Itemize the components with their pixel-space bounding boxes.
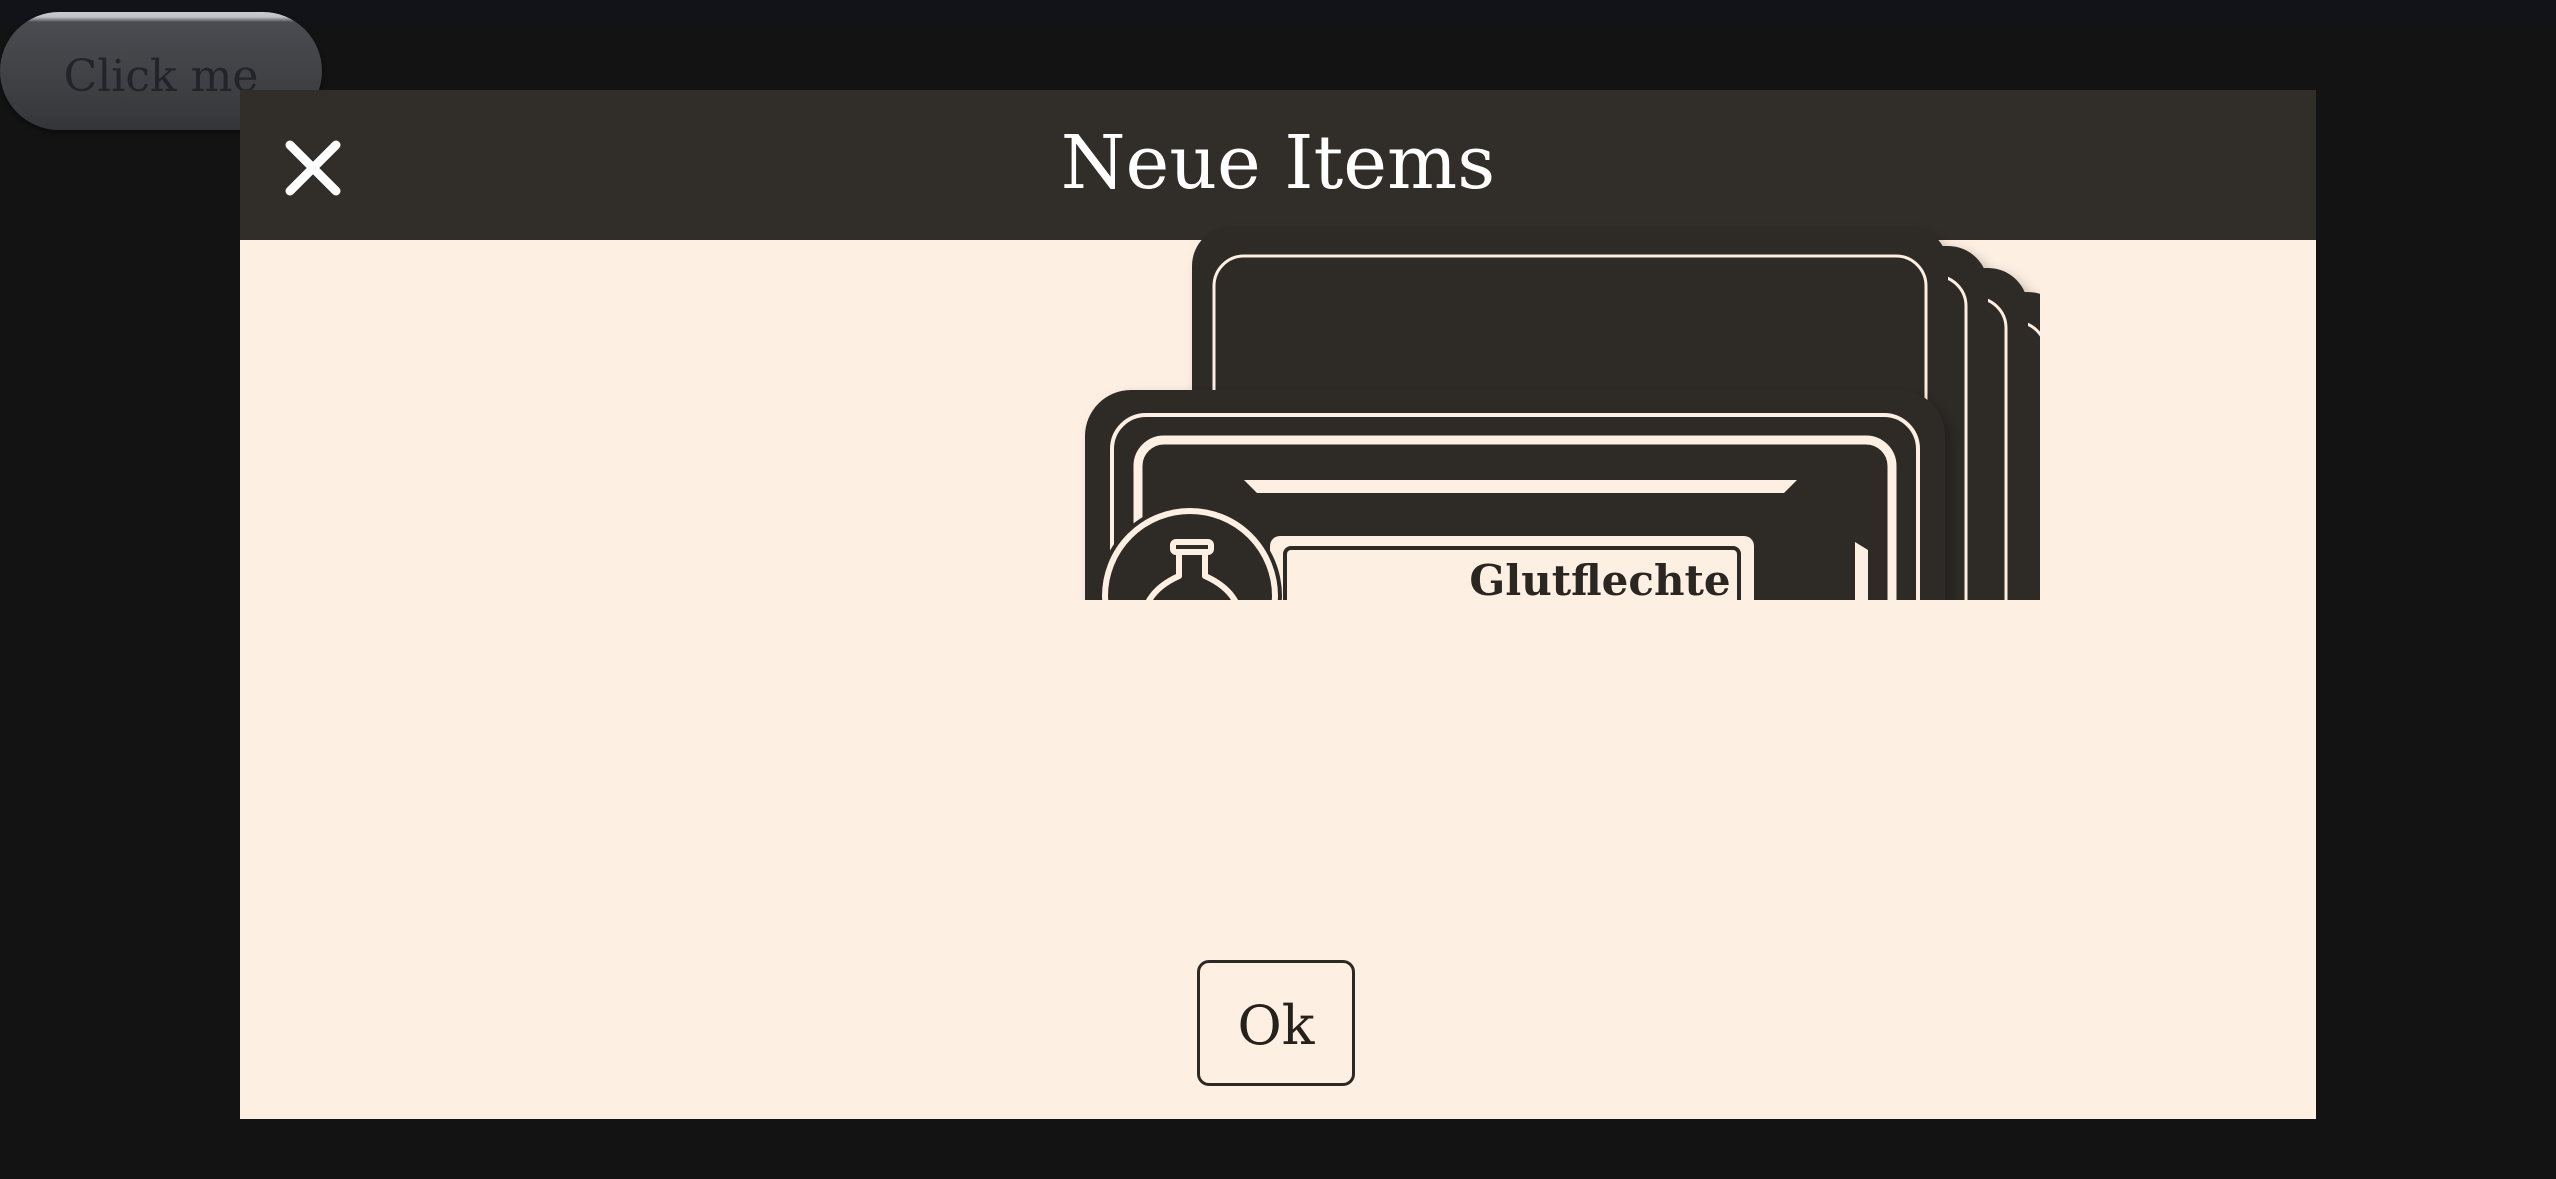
new-items-dialog: Neue Items Glutflechte Ok [240,90,2316,1119]
close-icon [285,140,341,196]
app-screen: Click me Neue Items Glutflechte Ok [0,0,2556,1179]
item-card-name: Glutflechte [1469,555,1731,601]
ok-button[interactable]: Ok [1197,960,1355,1086]
close-button[interactable] [280,135,346,201]
top-bar [0,0,2556,24]
item-card-stack[interactable]: Glutflechte [840,150,2040,600]
